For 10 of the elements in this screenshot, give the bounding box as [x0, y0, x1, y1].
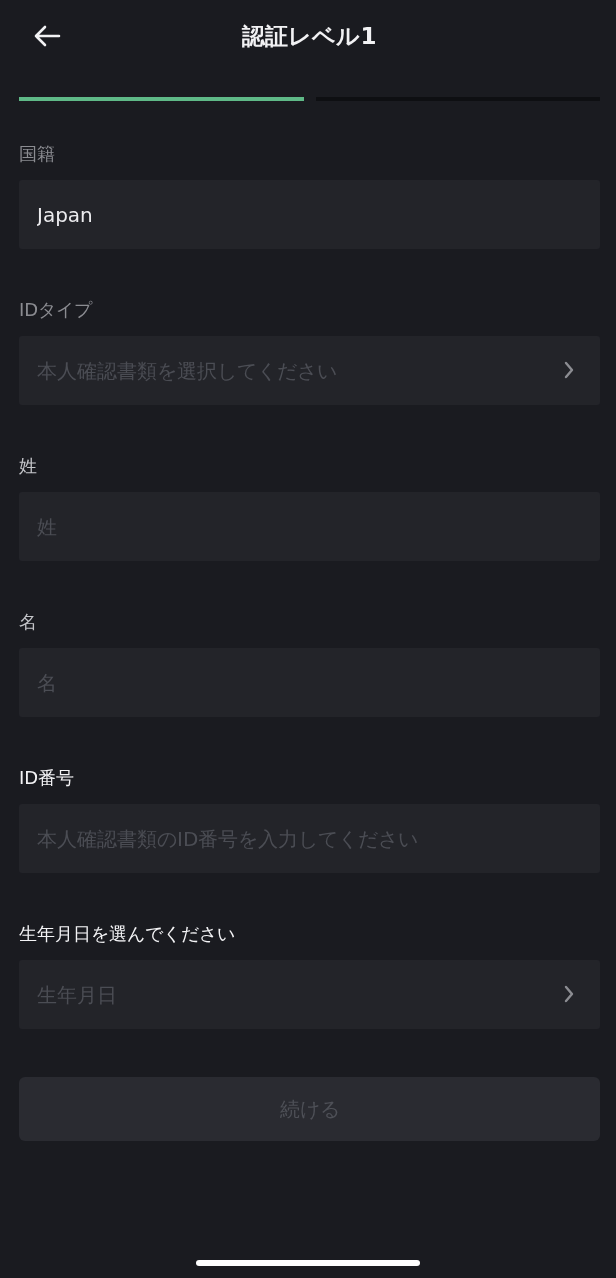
field-label: 生年月日を選んでください: [19, 922, 235, 946]
field-label: IDタイプ: [19, 298, 93, 322]
chevron-right-icon: [564, 361, 574, 379]
field-label: ID番号: [19, 766, 75, 790]
back-arrow-icon[interactable]: [33, 25, 61, 47]
field-label: 姓: [19, 454, 37, 478]
page-title: 認証レベル1: [242, 21, 377, 51]
chevron-right-icon: [564, 985, 574, 1003]
field-label: 名: [19, 610, 37, 634]
field-label: 国籍: [19, 142, 55, 166]
